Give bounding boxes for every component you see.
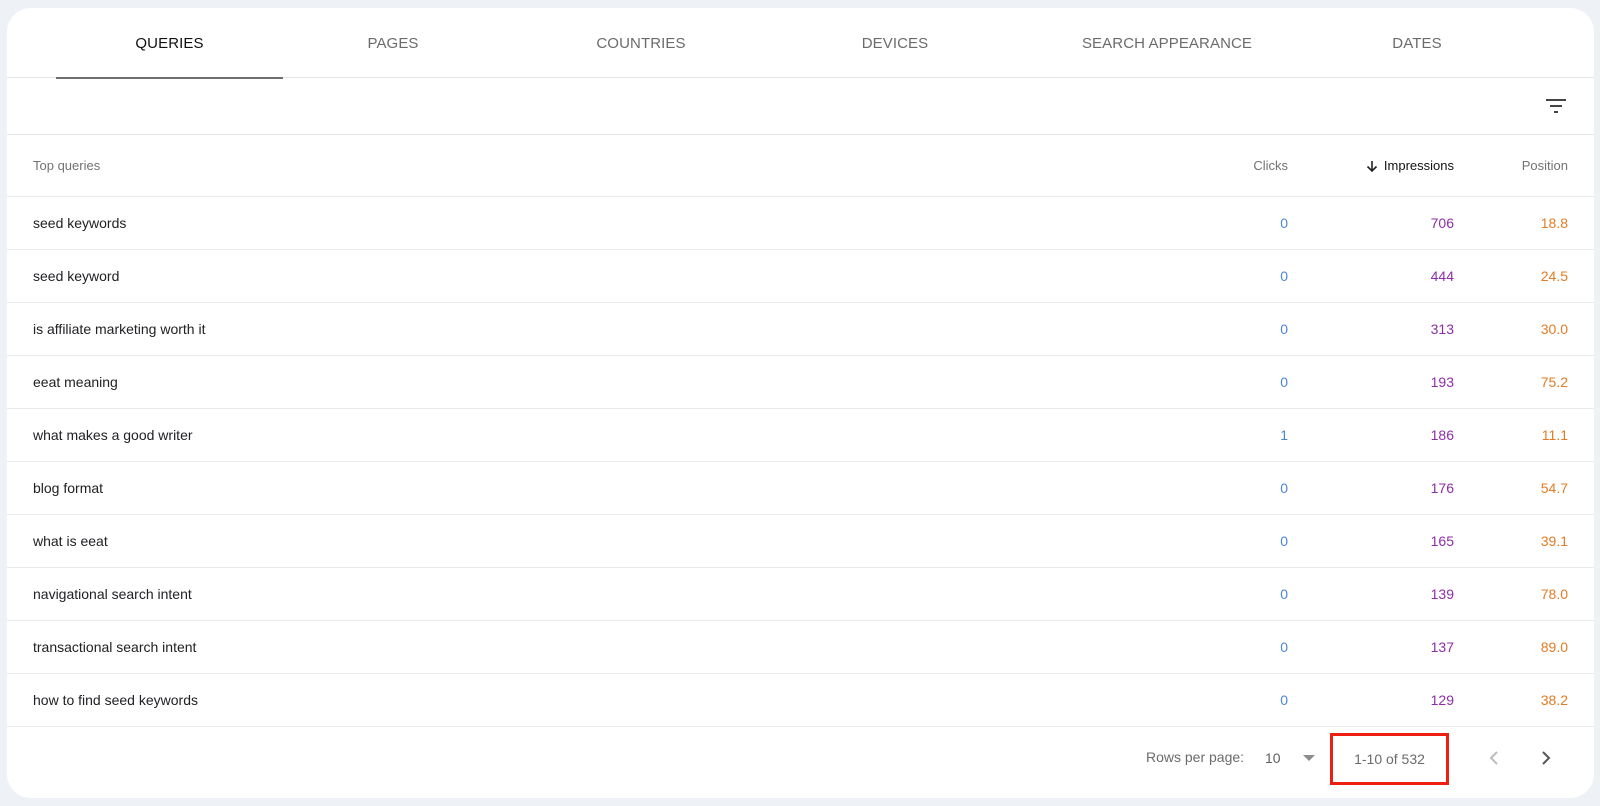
column-header-clicks[interactable]: Clicks <box>1148 135 1288 196</box>
clicks-cell: 0 <box>1280 532 1288 549</box>
query-cell: what is eeat <box>33 532 108 549</box>
impressions-cell: 186 <box>1430 426 1454 443</box>
impressions-cell: 176 <box>1430 479 1454 496</box>
dropdown-caret-icon <box>1302 754 1315 761</box>
clicks-cell: 0 <box>1280 479 1288 496</box>
table-row[interactable]: what makes a good writer 1 186 11.1 <box>7 408 1594 461</box>
clicks-cell: 0 <box>1280 267 1288 284</box>
table-row[interactable]: eeat meaning 0 193 75.2 <box>7 355 1594 408</box>
table-row[interactable]: transactional search intent 0 137 89.0 <box>7 620 1594 673</box>
rows-per-page-label: Rows per page: <box>1146 748 1245 765</box>
position-cell: 11.1 <box>1541 426 1568 443</box>
impressions-cell: 706 <box>1430 214 1454 231</box>
query-cell: navigational search intent <box>33 585 192 602</box>
table-row[interactable]: blog format 0 176 54.7 <box>7 461 1594 514</box>
position-cell: 30.0 <box>1540 320 1568 337</box>
position-cell: 89.0 <box>1540 638 1568 655</box>
table-row[interactable]: is affiliate marketing worth it 0 313 30.0 <box>7 302 1594 355</box>
tab-queries[interactable]: QUERIES <box>56 8 283 79</box>
table-row[interactable]: what is eeat 0 165 39.1 <box>7 514 1594 567</box>
rows-per-page-value: 10 <box>1265 749 1281 766</box>
clicks-cell: 0 <box>1280 320 1288 337</box>
clicks-cell: 0 <box>1280 638 1288 655</box>
table-row[interactable]: seed keyword 0 444 24.5 <box>7 249 1594 302</box>
position-cell: 78.0 <box>1540 585 1568 602</box>
tab-countries[interactable]: COUNTRIES <box>531 8 751 78</box>
impressions-cell: 313 <box>1430 320 1454 337</box>
table-toolbar <box>7 78 1594 135</box>
arrow-down-icon <box>1366 160 1377 172</box>
clicks-cell: 0 <box>1280 214 1288 231</box>
clicks-cell: 0 <box>1280 691 1288 708</box>
rows-per-page-select[interactable]: 10 <box>1265 743 1325 773</box>
chevron-right-icon <box>1542 750 1551 765</box>
clicks-cell: 1 <box>1280 426 1288 443</box>
query-cell: transactional search intent <box>33 638 197 655</box>
table-row[interactable]: how to find seed keywords 0 129 38.2 <box>7 673 1594 726</box>
tab-pages[interactable]: PAGES <box>303 8 483 78</box>
filter-list-icon <box>1546 99 1566 113</box>
column-header-query: Top queries <box>33 157 101 173</box>
position-cell: 39.1 <box>1540 532 1568 549</box>
queries-table: Top queries Clicks Impressions Position … <box>7 135 1594 727</box>
query-cell: blog format <box>33 479 104 496</box>
pagination-range-text: 1-10 of 532 <box>1354 750 1425 767</box>
query-cell: seed keywords <box>33 214 127 231</box>
pagination-footer: Rows per page: 10 1-10 of 532 <box>7 727 1594 789</box>
query-cell: is affiliate marketing worth it <box>33 320 206 337</box>
impressions-cell: 139 <box>1430 585 1454 602</box>
position-cell: 75.2 <box>1540 373 1568 390</box>
table-header-row: Top queries Clicks Impressions Position <box>7 135 1594 196</box>
query-cell: how to find seed keywords <box>33 691 198 708</box>
impressions-cell: 444 <box>1430 267 1454 284</box>
filter-button[interactable] <box>1542 92 1570 120</box>
tab-devices[interactable]: DEVICES <box>785 8 1005 78</box>
column-header-impressions[interactable]: Impressions <box>1288 135 1454 196</box>
position-cell: 38.2 <box>1540 691 1568 708</box>
impressions-cell: 129 <box>1430 691 1454 708</box>
position-cell: 18.8 <box>1540 214 1568 231</box>
query-cell: seed keyword <box>33 267 120 284</box>
clicks-cell: 0 <box>1280 373 1288 390</box>
previous-page-button[interactable] <box>1479 743 1509 773</box>
impressions-cell: 137 <box>1430 638 1454 655</box>
tab-search-appearance[interactable]: SEARCH APPEARANCE <box>1047 8 1287 78</box>
position-cell: 24.5 <box>1540 267 1568 284</box>
position-cell: 54.7 <box>1540 479 1568 496</box>
query-cell: eeat meaning <box>33 373 118 390</box>
impressions-header-label: Impressions <box>1383 157 1454 173</box>
column-header-position[interactable]: Position <box>1454 135 1594 196</box>
clicks-cell: 0 <box>1280 585 1288 602</box>
pagination-range: 1-10 of 532 <box>1330 732 1449 785</box>
table-row[interactable]: seed keywords 0 706 18.8 <box>7 196 1594 249</box>
next-page-button[interactable] <box>1531 743 1561 773</box>
tab-dates[interactable]: DATES <box>1337 8 1497 78</box>
performance-table-card: QUERIES PAGES COUNTRIES DEVICES SEARCH A… <box>7 8 1594 798</box>
impressions-cell: 165 <box>1430 532 1454 549</box>
query-cell: what makes a good writer <box>33 426 193 443</box>
chevron-left-icon <box>1489 750 1498 765</box>
table-row[interactable]: navigational search intent 0 139 78.0 <box>7 567 1594 620</box>
impressions-cell: 193 <box>1430 373 1454 390</box>
dimension-tabs: QUERIES PAGES COUNTRIES DEVICES SEARCH A… <box>7 8 1594 79</box>
